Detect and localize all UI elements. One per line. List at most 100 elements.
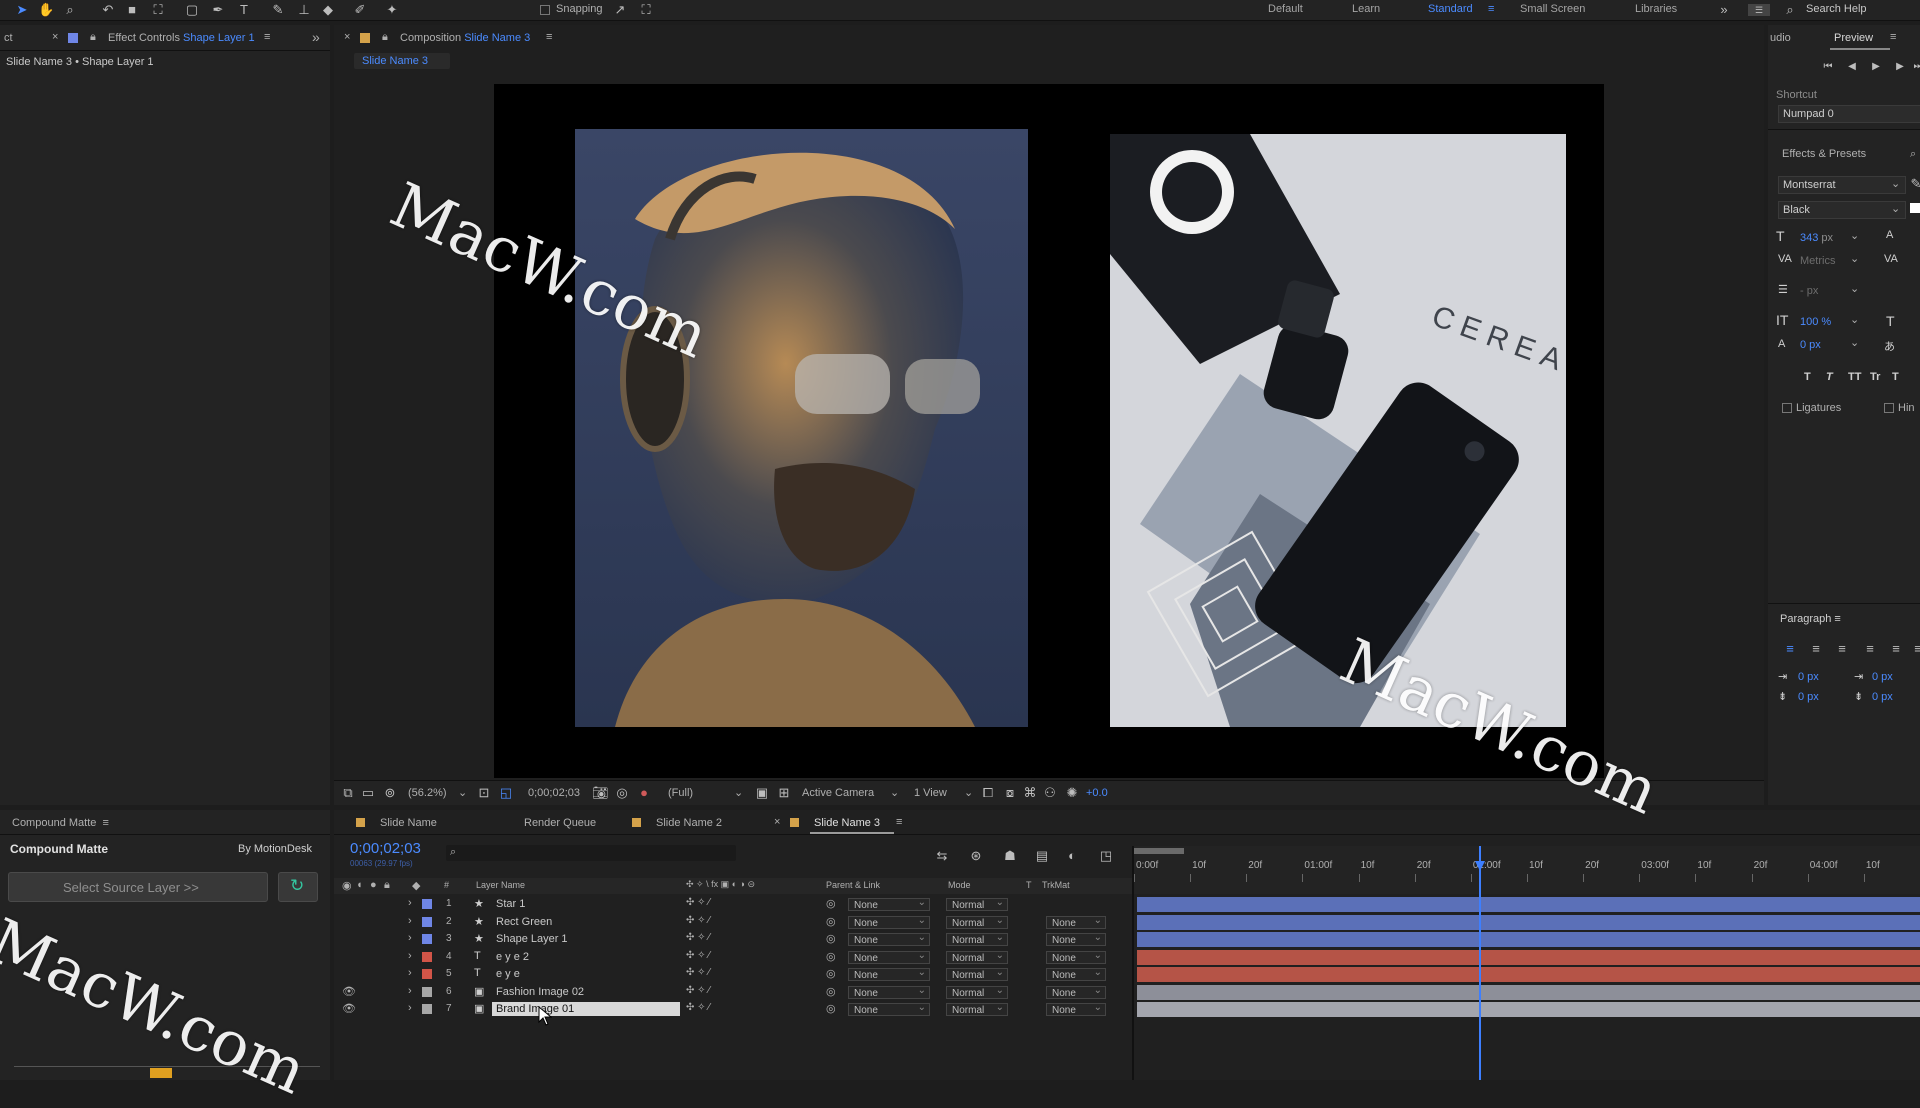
kerning-select[interactable]: Metrics [1800, 255, 1835, 267]
layer-switches-icon[interactable]: ✣ ✧ ⁄ [686, 985, 710, 996]
font-size-value[interactable]: 343 px [1800, 232, 1833, 244]
align-right-icon[interactable]: ≡ [1834, 641, 1850, 657]
shape-tool-icon[interactable]: ▢ [184, 2, 200, 18]
layer-switches-icon[interactable]: ✣ ✧ ⁄ [686, 1002, 710, 1013]
expand-chevron-icon[interactable]: › [408, 897, 412, 909]
last-frame-icon[interactable]: ⏭ [1910, 59, 1920, 75]
pick-whip-icon[interactable]: ◎ [826, 915, 836, 928]
justify-all-icon[interactable]: ≡ [1910, 641, 1920, 657]
preview-tab[interactable]: Preview [1834, 32, 1873, 44]
workspace-libraries[interactable]: Libraries [1635, 3, 1677, 15]
select-source-layer-button[interactable]: Select Source Layer >> [8, 872, 268, 902]
composition-subtab[interactable]: Slide Name 3 [354, 53, 450, 69]
brush-tool-icon[interactable]: ✎ [270, 2, 286, 18]
layer-row[interactable]: 👁︎›3★Shape Layer 1✣ ✧ ⁄◎NoneNormalNone [334, 931, 1920, 948]
roi-icon[interactable]: ◱ [498, 785, 514, 801]
current-time[interactable]: 0;00;02;03 [528, 787, 580, 799]
fill-color-swatch[interactable] [1910, 203, 1920, 213]
layer-switches-icon[interactable]: ✣ ✧ ⁄ [686, 897, 710, 908]
zoom-tool-icon[interactable]: ⌕ [62, 2, 78, 18]
lock-icon[interactable]: 🔒︎ [90, 31, 96, 44]
panel-menu-icon[interactable]: ≡ [1890, 31, 1896, 43]
first-frame-icon[interactable]: ⏮ [1820, 59, 1836, 75]
expand-chevron-icon[interactable]: › [408, 1002, 412, 1014]
3d-draft-icon[interactable]: ⧇ [1002, 785, 1018, 801]
fit-icon[interactable]: ⊡ [476, 785, 492, 801]
snap-icon[interactable]: ↗ [612, 2, 628, 18]
audio-tab[interactable]: udio [1770, 32, 1791, 44]
parent-select[interactable]: None [848, 1001, 930, 1016]
compound-matte-tab[interactable]: Compound Matte ≡ [12, 817, 109, 829]
chevron-down-icon[interactable]: ⌄ [458, 786, 467, 799]
parent-select[interactable]: None [848, 896, 930, 911]
snapshot-icon[interactable]: 📷︎ [592, 785, 609, 801]
pick-whip-icon[interactable]: ◎ [826, 950, 836, 963]
eyedropper-icon[interactable]: ✎ [1908, 176, 1920, 192]
font-style-button-3[interactable]: TT [1848, 371, 1861, 383]
type-tool-icon[interactable]: T [236, 2, 252, 18]
panel-menu-icon[interactable]: ≡ [546, 31, 552, 43]
graph-editor-icon[interactable]: ◳ [1098, 848, 1114, 864]
workspace-small-screen[interactable]: Small Screen [1520, 3, 1585, 15]
exposure-icon[interactable]: ✺ [1064, 785, 1080, 801]
blend-mode-select[interactable]: Normal [946, 1001, 1008, 1016]
composition-mini-flowchart-icon[interactable]: ⇆ [934, 848, 950, 864]
panel-menu-icon[interactable]: ≡ [896, 816, 902, 828]
layer-name[interactable]: e y e 2 [492, 950, 680, 964]
panel-tab-partial[interactable]: ct [4, 32, 13, 44]
layer-switches-icon[interactable]: ✣ ✧ ⁄ [686, 932, 710, 943]
fast-previews-icon[interactable]: ▣ [754, 785, 770, 801]
pen-tool-icon[interactable]: ✒ [210, 2, 226, 18]
paragraph-tab[interactable]: Paragraph ≡ [1780, 613, 1841, 625]
snapping-checkbox[interactable] [540, 5, 550, 15]
shortcut-select[interactable]: Numpad 0 [1778, 105, 1920, 123]
pick-whip-icon[interactable]: ◎ [826, 985, 836, 998]
matte-handle-icon[interactable] [150, 1068, 172, 1078]
magnification-select[interactable]: (56.2%) [408, 787, 447, 799]
camera-tool-icon[interactable]: ■ [124, 2, 140, 18]
play-icon[interactable]: ▶ [1868, 59, 1884, 75]
chevron-down-icon[interactable]: ⌄ [1850, 229, 1859, 242]
space-after-value[interactable]: 0 px [1872, 691, 1893, 703]
layer-row[interactable]: 👁︎›2★Rect Green✣ ✧ ⁄◎NoneNormalNone [334, 914, 1920, 931]
workspace-menu-icon[interactable]: ☰ [1748, 4, 1770, 16]
visibility-eye-icon[interactable]: 👁︎ [342, 1002, 356, 1015]
pan-behind-tool-icon[interactable]: ⛶ [150, 2, 166, 18]
ligatures-checkbox[interactable] [1782, 403, 1792, 413]
blend-mode-select[interactable]: Normal [946, 896, 1008, 911]
frame-blending-icon[interactable]: ▤ [1034, 848, 1050, 864]
search-help-icon[interactable]: ⌕ [1782, 2, 1798, 18]
workspace-default[interactable]: Default [1268, 3, 1303, 15]
layer-row[interactable]: 👁︎›1★Star 1✣ ✧ ⁄◎NoneNormal [334, 896, 1920, 913]
layer-name[interactable]: Star 1 [492, 897, 680, 911]
snap-options-icon[interactable]: ⛶ [638, 2, 654, 18]
layer-row[interactable]: 👁︎›4Te y e 2✣ ✧ ⁄◎NoneNormalNone [334, 949, 1920, 966]
expand-panels-icon[interactable]: » [312, 29, 320, 45]
refresh-button[interactable]: ↻ [278, 872, 318, 902]
layer-duration-bar[interactable] [1137, 915, 1920, 930]
timeline-timecode[interactable]: 0;00;02;03 [350, 840, 421, 857]
transparency-grid-icon[interactable]: ⊞ [776, 785, 792, 801]
blend-mode-select[interactable]: Normal [946, 984, 1008, 999]
effect-controls-tab[interactable]: Effect Controls Shape Layer 1 [108, 32, 255, 44]
parent-select[interactable]: None [848, 931, 930, 946]
resolution-select[interactable]: (Full) [668, 787, 693, 799]
color-channel-icon[interactable]: ● [636, 785, 652, 801]
toggle-pixel-aspect-icon[interactable]: ⧠ [980, 785, 996, 801]
composition-tab[interactable]: Composition Slide Name 3 [400, 32, 530, 44]
chevron-down-icon[interactable]: ⌄ [1850, 313, 1859, 326]
justify-left-icon[interactable]: ≡ [1862, 641, 1878, 657]
indent-left-value[interactable]: 0 px [1798, 671, 1819, 683]
track-matte-select[interactable]: None [1046, 931, 1106, 946]
graph-icon[interactable]: ⚇ [1042, 785, 1058, 801]
layer-duration-bar[interactable] [1137, 1002, 1920, 1017]
vr-icon[interactable]: ⊚ [382, 785, 398, 801]
track-matte-select[interactable]: None [1046, 949, 1106, 964]
hide-shy-icon[interactable]: ☗ [1002, 848, 1018, 864]
search-icon[interactable]: ⌕ [1910, 148, 1916, 161]
search-help-input[interactable]: Search Help [1806, 3, 1867, 15]
chevron-down-icon[interactable]: ⌄ [1850, 336, 1859, 349]
expand-chevron-icon[interactable]: › [408, 950, 412, 962]
expand-chevron-icon[interactable]: › [408, 967, 412, 979]
layer-duration-bar[interactable] [1137, 985, 1920, 1000]
